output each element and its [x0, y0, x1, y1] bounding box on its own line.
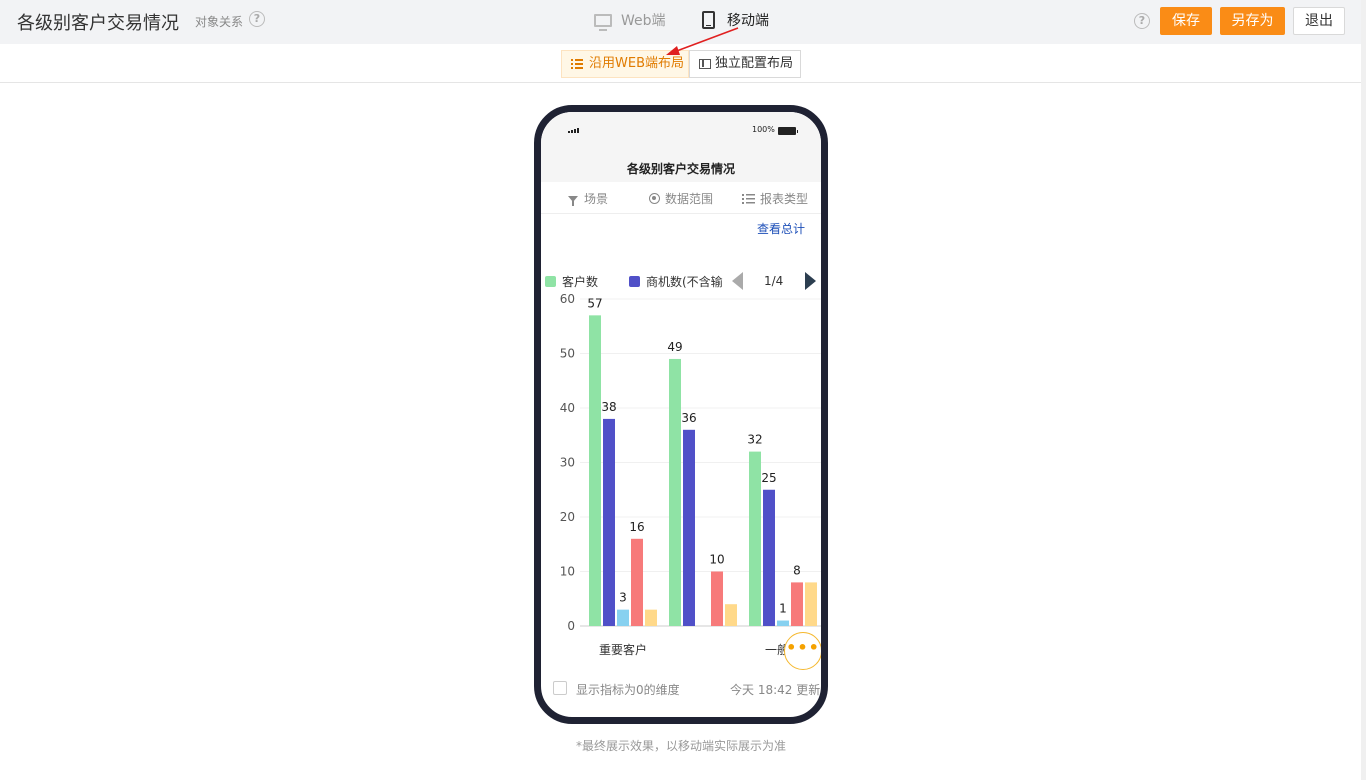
show-zero-checkbox[interactable]: [553, 681, 567, 695]
list-icon: [571, 59, 583, 69]
chart-bar: [683, 429, 695, 626]
legend-pager: 1/4: [764, 274, 784, 288]
chart-bar: [725, 604, 737, 626]
annotation-arrow: [666, 27, 739, 55]
filter-bar: 场景 数据范围 报表类型: [541, 182, 821, 214]
chart-footer: 显示指标为0的维度 今天 18:42 更新: [541, 676, 821, 700]
web-mode-label: Web端: [621, 13, 666, 29]
filter-report-type[interactable]: 报表类型: [742, 190, 808, 207]
bar-value-label: 36: [681, 411, 696, 425]
show-zero-label: 显示指标为0的维度: [576, 683, 680, 697]
chart-bar: [805, 582, 817, 626]
more-options-button[interactable]: •••: [784, 632, 821, 670]
chart-bar: [631, 538, 643, 626]
scrollbar[interactable]: [1361, 0, 1366, 780]
phone-status-area: 100% 各级别客户交易情况: [541, 112, 821, 182]
page-title: 各级别客户交易情况: [17, 13, 179, 34]
chart-bar: [617, 609, 629, 626]
filter-report-type-label: 报表类型: [760, 192, 809, 206]
data-range-icon: [649, 193, 660, 204]
signal-icon: [568, 128, 580, 133]
chart-bar: [603, 418, 615, 626]
chart-bar: [669, 358, 681, 626]
save-as-button[interactable]: 另存为: [1220, 7, 1285, 35]
list-icon: [742, 193, 755, 204]
chart-bar: [645, 609, 657, 626]
filter-scene[interactable]: 场景: [568, 190, 608, 207]
bar-value-label: 3: [619, 591, 627, 605]
chart-bar: [749, 451, 761, 626]
bar-value-label: 10: [709, 553, 724, 567]
bar-value-label: 49: [667, 340, 682, 354]
object-relation-label[interactable]: 对象关系: [195, 13, 243, 30]
battery-icon: [778, 127, 798, 135]
chart-bar: [777, 620, 789, 626]
y-tick-label: 60: [560, 292, 575, 306]
funnel-icon: [568, 195, 578, 206]
web-mode-tab[interactable]: Web端: [594, 10, 666, 31]
bar-value-label: 8: [793, 563, 801, 577]
report-title: 各级别客户交易情况: [626, 162, 735, 176]
chart-bar: [763, 489, 775, 626]
chart-bar: [791, 582, 803, 626]
legend-swatch: [629, 276, 640, 287]
update-time: 今天 18:42 更新: [730, 683, 821, 697]
y-tick-label: 0: [567, 619, 575, 633]
view-total-link[interactable]: 查看总计: [757, 220, 805, 237]
help-icon[interactable]: ?: [249, 11, 265, 27]
filter-data-range[interactable]: 数据范围: [649, 190, 713, 207]
y-tick-label: 50: [560, 347, 575, 361]
legend-swatch: [545, 276, 556, 287]
exit-button[interactable]: 退出: [1293, 7, 1345, 35]
x-tick-label: 重要客户: [599, 642, 647, 657]
bar-value-label: 1: [779, 602, 787, 616]
filter-scene-label: 场景: [584, 192, 609, 206]
preview-note: *最终展示效果，以移动端实际展示为准: [575, 739, 786, 753]
y-tick-label: 40: [560, 401, 575, 415]
bar-value-label: 16: [629, 520, 644, 534]
bar-value-label: 25: [761, 471, 776, 485]
phone-preview: 100% 各级别客户交易情况 场景 数据范围 报表类型 查看总计 客户数 商机数…: [534, 105, 828, 724]
chart-bar: [711, 571, 723, 626]
bar-value-label: 57: [587, 296, 602, 310]
filter-data-range-label: 数据范围: [665, 192, 714, 206]
battery-percentage: 100%: [752, 125, 775, 134]
y-tick-label: 20: [560, 510, 575, 524]
monitor-icon: [594, 13, 612, 31]
y-tick-label: 30: [560, 456, 575, 470]
chart-bar: [589, 315, 601, 626]
help-icon[interactable]: ?: [1134, 13, 1150, 29]
y-tick-label: 10: [560, 565, 575, 579]
bar-value-label: 32: [747, 433, 762, 447]
bar-value-label: 38: [601, 400, 616, 414]
bar-chart: 0102030405060 5738316重要客户493610322518一般客: [560, 292, 821, 657]
save-button[interactable]: 保存: [1160, 7, 1212, 35]
